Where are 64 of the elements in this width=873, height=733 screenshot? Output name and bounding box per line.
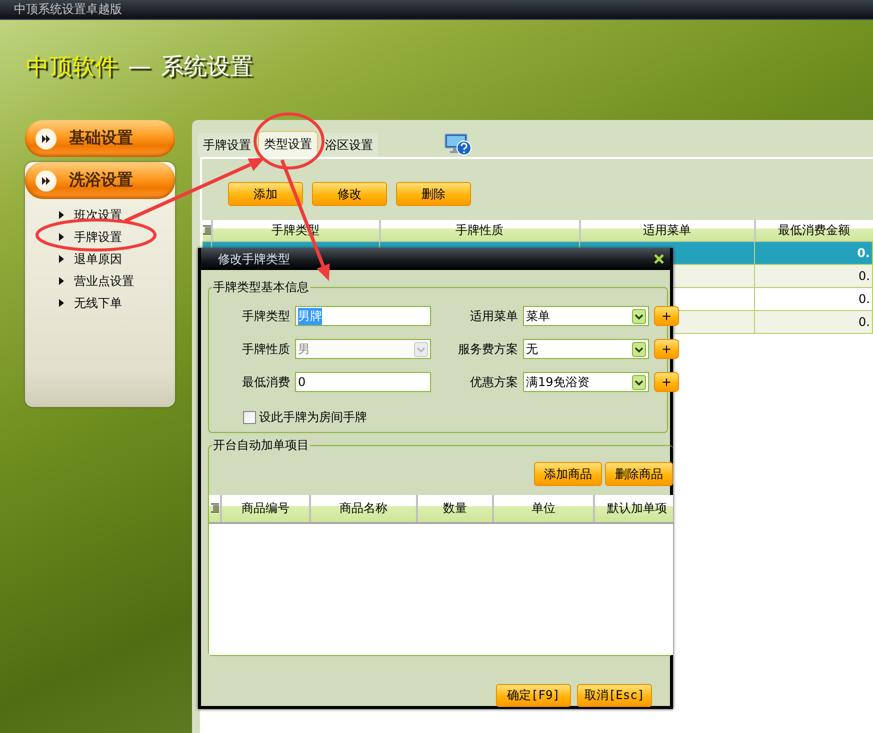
group-title: 开台自动加单项目 — [212, 438, 310, 453]
column-header: 最低消费金额 — [754, 220, 872, 242]
action-button[interactable]: 删除商品 — [605, 462, 673, 486]
brand-name: 中顶软件 — [26, 53, 118, 81]
chevron-icon — [632, 342, 646, 356]
action-button[interactable]: 添加商品 — [534, 462, 602, 486]
column-header: 商品编号 — [221, 495, 310, 523]
annotation-circle — [254, 112, 324, 170]
toolbar-button[interactable]: 修改 — [312, 182, 387, 206]
dialog-button[interactable]: 取消[Esc] — [577, 684, 652, 707]
dialog-button[interactable]: 确定[F9] — [496, 684, 571, 707]
dialog-title: 修改手牌类型 — [218, 250, 290, 268]
add-button[interactable]: + — [654, 372, 679, 392]
selected-text: 男牌 — [298, 308, 322, 324]
chevron-icon — [632, 308, 646, 324]
table-cell[interactable]: 0. — [754, 264, 872, 288]
chevron-icon — [414, 342, 428, 356]
list-icon — [210, 502, 218, 512]
sidebar-section-button[interactable]: 基础设置 — [25, 120, 175, 157]
dropdown-field[interactable]: 满19免浴资 — [523, 372, 649, 392]
field-label: 优惠方案 — [470, 374, 518, 390]
column-header: 手牌性质 — [380, 220, 580, 242]
field-label: 适用菜单 — [470, 308, 518, 324]
sidebar-item[interactable]: 退单原因 — [59, 249, 122, 269]
triangle-icon — [59, 299, 64, 307]
sidebar-item[interactable]: 手牌设置 — [59, 227, 122, 247]
field-label: 手牌性质 — [241, 340, 290, 358]
tab[interactable]: 浴区设置 — [320, 133, 378, 157]
dropdown-field[interactable]: 菜单 — [523, 306, 649, 326]
title-separator: — — [128, 53, 151, 81]
sidebar-item[interactable]: 无线下单 — [59, 293, 122, 313]
tab[interactable]: 手牌设置 — [198, 133, 256, 157]
checkbox[interactable] — [243, 410, 256, 424]
triangle-icon — [59, 255, 64, 263]
field-label: 最低消费 — [241, 374, 290, 390]
close-icon[interactable] — [654, 254, 664, 264]
fast-forward-icon — [35, 128, 57, 150]
toolbar-button[interactable]: 删除 — [396, 182, 471, 206]
group-title: 手牌类型基本信息 — [212, 280, 310, 295]
dropdown-field[interactable]: 无 — [523, 339, 649, 359]
text-field[interactable]: 0 — [295, 372, 431, 392]
triangle-icon — [59, 277, 64, 285]
list-icon — [202, 224, 210, 234]
column-header: 商品名称 — [310, 495, 417, 523]
column-header: 单位 — [493, 495, 594, 523]
tab[interactable]: 类型设置 — [258, 131, 318, 157]
sidebar-item[interactable]: 营业点设置 — [59, 271, 134, 291]
fast-forward-icon — [35, 170, 57, 192]
column-header: 适用菜单 — [580, 220, 754, 242]
add-button[interactable]: + — [654, 306, 679, 326]
page-title: 系统设置 — [161, 53, 253, 81]
toolbar-button[interactable]: 添加 — [228, 182, 303, 206]
add-button[interactable]: + — [654, 339, 679, 359]
table-cell[interactable]: 0. — [754, 310, 872, 334]
field-label: 手牌类型 — [241, 308, 290, 324]
triangle-icon — [59, 233, 64, 241]
window-title: 中顶系统设置卓越版 — [14, 1, 122, 18]
sidebar-section-button[interactable]: 洗浴设置 — [25, 162, 175, 199]
column-header: 默认加单项 — [594, 495, 673, 523]
field-label: 服务费方案 — [458, 340, 518, 358]
triangle-icon — [59, 211, 64, 219]
chevron-icon — [632, 374, 646, 390]
column-header: 数量 — [417, 495, 493, 523]
checkbox-label: 设此手牌为房间手牌 — [259, 408, 367, 426]
